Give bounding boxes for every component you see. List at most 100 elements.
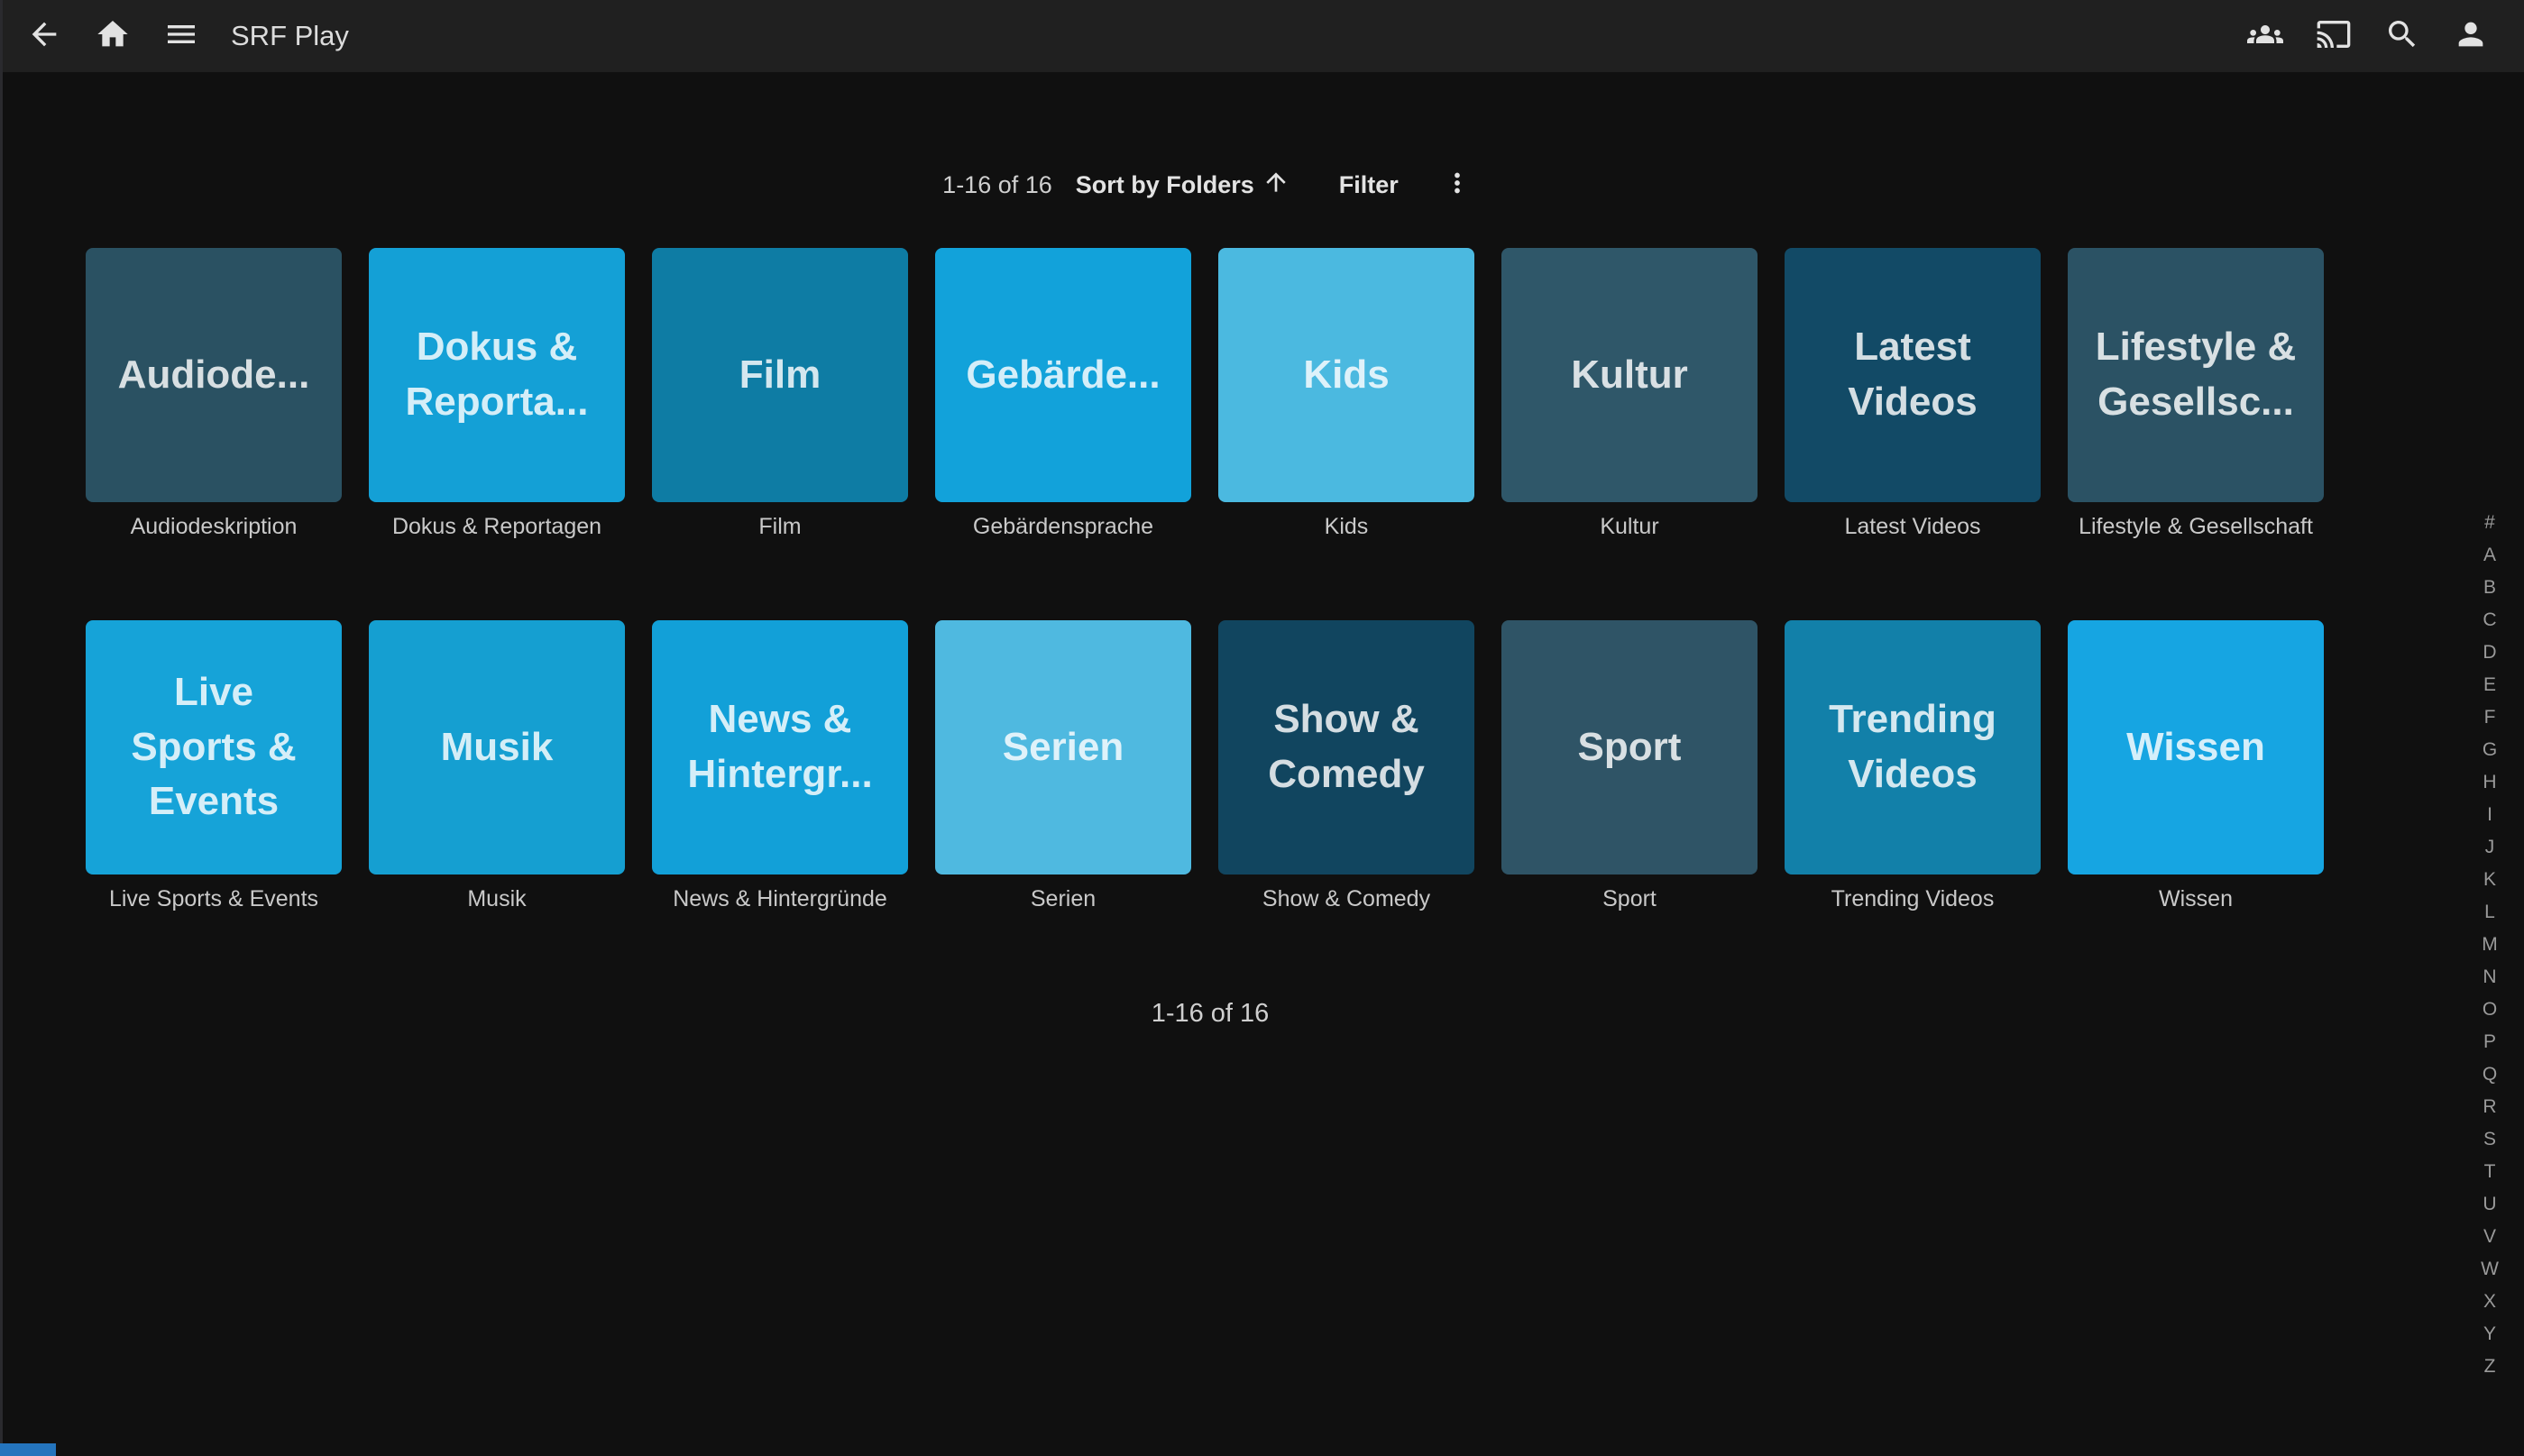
folder-tile[interactable]: Dokus & Reporta... [369, 248, 625, 502]
library-folder-card[interactable]: Film Film [652, 248, 908, 540]
folder-card-label[interactable]: Dokus & Reportagen [369, 513, 625, 540]
library-folder-card[interactable]: Trending Videos Trending Videos [1785, 620, 2041, 912]
folder-tile-title: Musik [430, 720, 564, 775]
alpha-letter-button[interactable]: Q [2470, 1058, 2510, 1091]
alpha-letter-button[interactable]: L [2470, 896, 2510, 929]
folder-tile[interactable]: Kultur [1501, 248, 1758, 502]
footer-result-count: 1-16 of 16 [0, 999, 2420, 1029]
alpha-letter-button[interactable]: Z [2470, 1351, 2510, 1383]
folder-card-label[interactable]: Film [652, 513, 908, 540]
library-folder-card[interactable]: Gebärde... Gebärdensprache [935, 248, 1191, 540]
folder-tile[interactable]: Trending Videos [1785, 620, 2041, 875]
folder-card-label[interactable]: Kultur [1501, 513, 1758, 540]
alpha-letter-button[interactable]: R [2470, 1091, 2510, 1123]
cast-button[interactable] [2308, 10, 2360, 62]
filter-button[interactable]: Filter [1339, 171, 1399, 199]
folder-tile[interactable]: Lifestyle & Gesellsc... [2068, 248, 2324, 502]
menu-button[interactable] [155, 10, 207, 62]
alpha-letter-button[interactable]: A [2470, 539, 2510, 572]
alpha-letter-button[interactable]: C [2470, 604, 2510, 636]
folder-card-label[interactable]: Sport [1501, 885, 1758, 912]
folder-tile-title: Lifestyle & Gesellsc... [2085, 320, 2308, 429]
alpha-letter-button[interactable]: V [2470, 1221, 2510, 1253]
folder-card-label[interactable]: Show & Comedy [1218, 885, 1474, 912]
folder-tile[interactable]: Film [652, 248, 908, 502]
folder-tile-title: Trending Videos [1818, 692, 2007, 801]
library-folder-card[interactable]: Kultur Kultur [1501, 248, 1758, 540]
folder-tile[interactable]: Show & Comedy [1218, 620, 1474, 875]
alpha-letter-button[interactable]: S [2470, 1123, 2510, 1156]
folder-card-label[interactable]: News & Hintergründe [652, 885, 908, 912]
folder-tile[interactable]: Wissen [2068, 620, 2324, 875]
alpha-letter-button[interactable]: K [2470, 864, 2510, 896]
back-button[interactable] [18, 10, 70, 62]
alpha-letter-button[interactable]: N [2470, 961, 2510, 994]
folder-card-label[interactable]: Lifestyle & Gesellschaft [2068, 513, 2324, 540]
alpha-letter-button[interactable]: E [2470, 669, 2510, 701]
user-button[interactable] [2445, 10, 2497, 62]
alpha-letter-button[interactable]: M [2470, 929, 2510, 961]
alpha-letter-button[interactable]: I [2470, 799, 2510, 831]
library-folder-card[interactable]: News & Hintergr... News & Hintergründe [652, 620, 908, 912]
search-icon [2384, 16, 2420, 57]
alpha-letter-button[interactable]: J [2470, 831, 2510, 864]
syncplay-button[interactable] [2239, 10, 2291, 62]
library-folder-card[interactable]: Sport Sport [1501, 620, 1758, 912]
alpha-letter-button[interactable]: D [2470, 636, 2510, 669]
sort-button[interactable]: Sort by Folders [1076, 168, 1290, 203]
folder-card-label[interactable]: Live Sports & Events [86, 885, 342, 912]
library-folder-card[interactable]: Musik Musik [369, 620, 625, 912]
library-folder-card[interactable]: Show & Comedy Show & Comedy [1218, 620, 1474, 912]
folder-card-label[interactable]: Musik [369, 885, 625, 912]
library-folder-card[interactable]: Lifestyle & Gesellsc... Lifestyle & Gese… [2068, 248, 2324, 540]
folder-card-label[interactable]: Trending Videos [1785, 885, 2041, 912]
folder-tile[interactable]: News & Hintergr... [652, 620, 908, 875]
folder-tile-title: Latest Videos [1837, 320, 1987, 429]
alpha-letter-button[interactable]: # [2470, 507, 2510, 539]
library-folder-card[interactable]: Kids Kids [1218, 248, 1474, 540]
folder-tile-title: Sport [1567, 720, 1693, 775]
folder-tile[interactable]: Gebärde... [935, 248, 1191, 502]
library-folder-card[interactable]: Latest Videos Latest Videos [1785, 248, 2041, 540]
folder-tile[interactable]: Serien [935, 620, 1191, 875]
menu-icon [163, 16, 199, 57]
library-folder-card[interactable]: Audiode... Audiodeskription [86, 248, 342, 540]
alpha-letter-button[interactable]: P [2470, 1026, 2510, 1058]
library-folder-card[interactable]: Dokus & Reporta... Dokus & Reportagen [369, 248, 625, 540]
home-icon [95, 16, 131, 57]
alpha-letter-button[interactable]: X [2470, 1286, 2510, 1318]
folder-tile-title: Kids [1292, 348, 1400, 403]
arrow-up-icon [1254, 168, 1290, 203]
folder-card-label[interactable]: Kids [1218, 513, 1474, 540]
user-icon [2453, 16, 2489, 57]
folder-card-label[interactable]: Wissen [2068, 885, 2324, 912]
folder-card-label[interactable]: Latest Videos [1785, 513, 2041, 540]
folder-card-label[interactable]: Audiodeskription [86, 513, 342, 540]
folder-tile[interactable]: Sport [1501, 620, 1758, 875]
alpha-letter-button[interactable]: U [2470, 1188, 2510, 1221]
folder-tile[interactable]: Musik [369, 620, 625, 875]
alpha-letter-button[interactable]: Y [2470, 1318, 2510, 1351]
more-options-button[interactable] [1436, 164, 1478, 206]
search-button[interactable] [2376, 10, 2428, 62]
folder-tile-title: Dokus & Reporta... [395, 320, 600, 429]
alpha-letter-button[interactable]: G [2470, 734, 2510, 766]
alpha-letter-button[interactable]: W [2470, 1253, 2510, 1286]
folder-card-label[interactable]: Serien [935, 885, 1191, 912]
alpha-letter-button[interactable]: T [2470, 1156, 2510, 1188]
library-folder-card[interactable]: Wissen Wissen [2068, 620, 2324, 912]
folder-card-label[interactable]: Gebärdensprache [935, 513, 1191, 540]
folder-tile[interactable]: Latest Videos [1785, 248, 2041, 502]
cast-icon [2316, 16, 2352, 57]
alpha-letter-button[interactable]: B [2470, 572, 2510, 604]
scroll-indicator[interactable] [0, 1443, 56, 1456]
home-button[interactable] [87, 10, 139, 62]
folder-tile[interactable]: Audiode... [86, 248, 342, 502]
library-folder-card[interactable]: Live Sports & Events Live Sports & Event… [86, 620, 342, 912]
library-folder-card[interactable]: Serien Serien [935, 620, 1191, 912]
alpha-letter-button[interactable]: O [2470, 994, 2510, 1026]
alpha-letter-button[interactable]: F [2470, 701, 2510, 734]
alpha-letter-button[interactable]: H [2470, 766, 2510, 799]
folder-tile[interactable]: Kids [1218, 248, 1474, 502]
folder-tile[interactable]: Live Sports & Events [86, 620, 342, 875]
